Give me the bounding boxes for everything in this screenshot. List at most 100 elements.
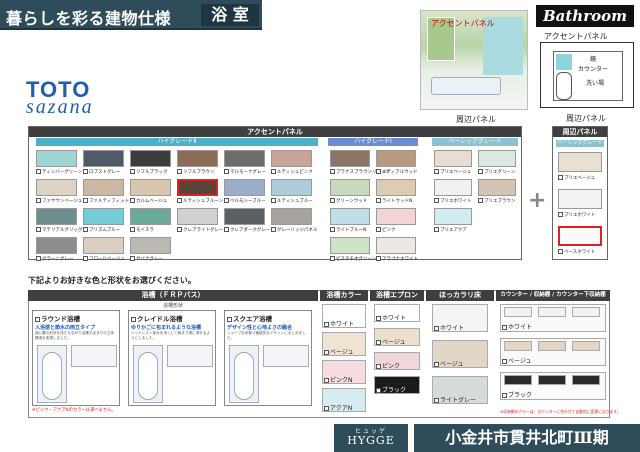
accent-swatch-0-4[interactable] (224, 150, 265, 167)
checkbox-icon[interactable] (434, 198, 439, 203)
checkbox-icon[interactable] (330, 227, 335, 232)
checkbox-icon[interactable] (478, 169, 483, 174)
counter-option-0[interactable]: ホワイト (502, 322, 532, 331)
accent-swatch-2-1[interactable] (478, 150, 516, 167)
checkbox-icon[interactable] (224, 227, 229, 232)
tub_color-option-3[interactable]: アクアN (324, 403, 352, 412)
checkbox-icon[interactable] (376, 198, 381, 203)
accent-swatch-2-3[interactable] (478, 179, 516, 196)
checkbox-icon[interactable] (36, 256, 41, 261)
checkbox-icon[interactable] (130, 256, 135, 261)
checkbox-icon[interactable] (177, 169, 182, 174)
apron-option-2[interactable]: ピンク (376, 361, 400, 370)
checkbox-icon[interactable] (35, 316, 40, 322)
checkbox-icon[interactable] (502, 325, 507, 330)
checkbox-icon[interactable] (271, 198, 276, 203)
checkbox-icon[interactable] (434, 227, 439, 232)
checkbox-icon[interactable] (271, 169, 276, 174)
accent-swatch-0-6[interactable] (36, 179, 77, 196)
surround-swatch-1[interactable] (558, 189, 602, 209)
checkbox-icon[interactable] (478, 198, 483, 203)
accent-swatch-0-12[interactable] (36, 208, 77, 225)
accent-swatch-1-2[interactable] (330, 179, 370, 196)
checkbox-icon[interactable] (376, 340, 381, 345)
accent-swatch-0-0[interactable] (36, 150, 77, 167)
accent-swatch-0-2[interactable] (130, 150, 171, 167)
checkbox-icon[interactable] (502, 359, 507, 364)
apron-option-3[interactable]: ブラック (376, 385, 406, 394)
checkbox-icon[interactable] (376, 316, 381, 321)
checkbox-icon[interactable] (376, 364, 381, 369)
checkbox-icon[interactable] (330, 198, 335, 203)
accent-swatch-0-16[interactable] (224, 208, 265, 225)
floor-option-2[interactable]: ライトグレー (434, 395, 476, 404)
checkbox-icon[interactable] (130, 227, 135, 232)
accent-swatch-0-5[interactable] (271, 150, 312, 167)
accent-swatch-1-5[interactable] (376, 208, 416, 225)
checkbox-icon[interactable] (177, 227, 182, 232)
accent-swatch-0-13[interactable] (83, 208, 124, 225)
checkbox-icon[interactable] (224, 198, 229, 203)
accent-swatch-0-15[interactable] (177, 208, 218, 225)
checkbox-icon[interactable] (434, 326, 439, 331)
accent-swatch-0-20[interactable] (130, 237, 171, 254)
accent-swatch-1-1[interactable] (376, 150, 416, 167)
counter-option-1[interactable]: ベージュ (502, 356, 531, 365)
checkbox-icon[interactable] (83, 256, 88, 261)
accent-swatch-0-7[interactable] (83, 179, 124, 196)
surround-swatch-0[interactable] (558, 152, 602, 172)
checkbox-icon[interactable] (558, 249, 563, 254)
bathtub-card-0[interactable]: ラウンド浴槽 入浴感と節水の両立タイプ 適い腰の形状を持たせながら浴槽すぼまりの立体… (32, 310, 120, 406)
checkbox-icon[interactable] (330, 256, 335, 261)
floor-option-0[interactable]: ホワイト (434, 323, 464, 332)
checkbox-icon[interactable] (324, 406, 329, 411)
checkbox-icon[interactable] (376, 256, 381, 261)
accent-swatch-2-2[interactable] (434, 179, 472, 196)
accent-swatch-1-7[interactable] (376, 237, 416, 254)
checkbox-icon[interactable] (271, 227, 276, 232)
checkbox-icon[interactable] (558, 175, 563, 180)
checkbox-icon[interactable] (36, 227, 41, 232)
checkbox-icon[interactable] (130, 198, 135, 203)
checkbox-icon[interactable] (324, 350, 329, 355)
checkbox-icon[interactable] (83, 198, 88, 203)
checkbox-icon[interactable] (376, 388, 381, 393)
accent-swatch-0-14[interactable] (130, 208, 171, 225)
counter-option-2[interactable]: ブラック (502, 390, 532, 399)
checkbox-icon[interactable] (36, 169, 41, 174)
checkbox-icon[interactable] (131, 316, 136, 322)
tub_color-option-2[interactable]: ピンクN (324, 375, 353, 384)
accent-swatch-0-17[interactable] (271, 208, 312, 225)
checkbox-icon[interactable] (330, 169, 335, 174)
bathtub-card-1[interactable]: クレイドル浴槽 ゆりかごに包まれるような浴槽 ヘッドレスト部分を深くして肩まで湯に浸… (128, 310, 216, 406)
checkbox-icon[interactable] (376, 169, 381, 174)
accent-swatch-1-3[interactable] (376, 179, 416, 196)
checkbox-icon[interactable] (324, 378, 329, 383)
tub_color-option-0[interactable]: ホワイト (324, 319, 354, 328)
checkbox-icon[interactable] (177, 198, 182, 203)
accent-swatch-1-0[interactable] (330, 150, 370, 167)
accent-swatch-0-3[interactable] (177, 150, 218, 167)
bathtub-card-2[interactable]: スクエア浴槽 デザイン性と心地よさの融合 シャープな印象で機能的なデザインにまとめま… (224, 310, 312, 406)
surround-swatch-2[interactable] (558, 226, 602, 246)
accent-swatch-0-18[interactable] (36, 237, 77, 254)
checkbox-icon[interactable] (324, 322, 329, 327)
apron-option-1[interactable]: ベージュ (376, 337, 405, 346)
accent-swatch-0-9[interactable] (177, 179, 218, 196)
accent-swatch-0-10[interactable] (224, 179, 265, 196)
checkbox-icon[interactable] (434, 362, 439, 367)
checkbox-icon[interactable] (36, 198, 41, 203)
floor-option-1[interactable]: ベージュ (434, 359, 463, 368)
checkbox-icon[interactable] (434, 398, 439, 403)
accent-swatch-0-19[interactable] (83, 237, 124, 254)
checkbox-icon[interactable] (502, 393, 507, 398)
checkbox-icon[interactable] (224, 169, 229, 174)
accent-swatch-1-4[interactable] (330, 208, 370, 225)
checkbox-icon[interactable] (434, 169, 439, 174)
checkbox-icon[interactable] (83, 227, 88, 232)
checkbox-icon[interactable] (558, 212, 563, 217)
checkbox-icon[interactable] (376, 227, 381, 232)
checkbox-icon[interactable] (227, 316, 232, 322)
accent-swatch-2-4[interactable] (434, 208, 472, 225)
apron-option-0[interactable]: ホワイト (376, 313, 406, 322)
